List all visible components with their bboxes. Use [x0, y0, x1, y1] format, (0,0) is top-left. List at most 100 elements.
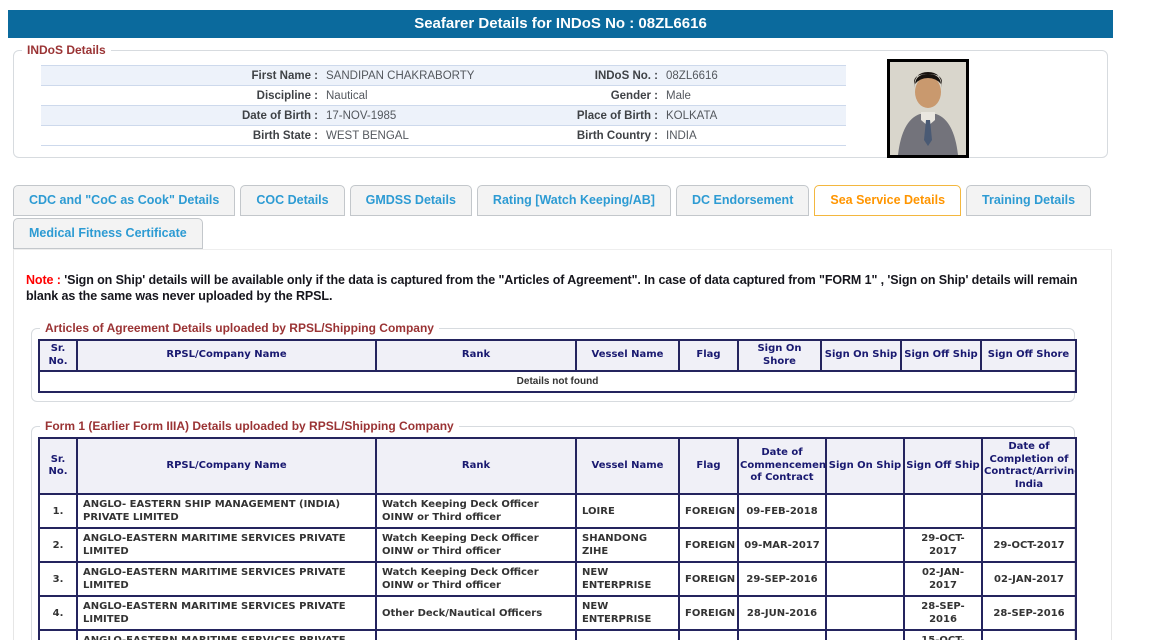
cell-sr-no: 5.: [39, 630, 77, 640]
articles-of-agreement-section: Articles of Agreement Details uploaded b…: [31, 328, 1075, 402]
cell-company: ANGLO- EASTERN SHIP MANAGEMENT (INDIA) P…: [77, 494, 376, 528]
cell-vessel-name: SAM TIGER: [576, 630, 679, 640]
col-vessel-name: Vessel Name: [576, 438, 679, 494]
col-sign-off-shore: Sign Off Shore: [981, 340, 1076, 371]
col-sign-on-ship: Sign On Ship: [826, 438, 904, 494]
sea-service-details-panel: Note : 'Sign on Ship' details will be av…: [13, 249, 1112, 640]
col-commencement: Date of Commencement of Contract: [738, 438, 826, 494]
col-sign-on-ship: Sign On Ship: [821, 340, 901, 371]
cell-flag: FOREIGN: [679, 630, 738, 640]
cell-company: ANGLO-EASTERN MARITIME SERVICES PRIVATE …: [77, 630, 376, 640]
cell-company: ANGLO-EASTERN MARITIME SERVICES PRIVATE …: [77, 562, 376, 596]
tab-dc-endorsement[interactable]: DC Endorsement: [676, 185, 809, 216]
place-of-birth-label: Place of Birth :: [551, 110, 666, 122]
cell-vessel-name: NEW ENTERPRISE: [576, 562, 679, 596]
col-sign-off-ship: Sign Off Ship: [904, 438, 982, 494]
col-completion: Date of Completion of Contract/Arriving …: [982, 438, 1076, 494]
cell-sign-off-ship: 29-OCT-2017: [904, 528, 982, 562]
cell-commencement: 09-MAR-2017: [738, 528, 826, 562]
cell-company: ANGLO-EASTERN MARITIME SERVICES PRIVATE …: [77, 596, 376, 630]
cell-sign-off-ship: [904, 494, 982, 528]
col-vessel-name: Vessel Name: [576, 340, 679, 371]
note-label: Note :: [26, 273, 61, 287]
table-row: 1. ANGLO- EASTERN SHIP MANAGEMENT (INDIA…: [39, 494, 1076, 528]
cell-flag: FOREIGN: [679, 562, 738, 596]
col-sr-no: Sr. No.: [39, 438, 77, 494]
form1-header-row: Sr. No. RPSL/Company Name Rank Vessel Na…: [39, 438, 1076, 494]
cell-sr-no: 1.: [39, 494, 77, 528]
indos-details-legend: INDoS Details: [22, 43, 111, 57]
cell-rank: Cadet(Nautical Science): [376, 630, 576, 640]
col-sr-no: Sr. No.: [39, 340, 77, 371]
cell-sign-on-ship: [826, 562, 904, 596]
note-body: 'Sign on Ship' details will be available…: [26, 273, 1077, 303]
date-of-birth-label: Date of Birth :: [41, 110, 326, 122]
tab-coc-details[interactable]: COC Details: [240, 185, 344, 216]
tab-medical-fitness-certificate[interactable]: Medical Fitness Certificate: [13, 218, 203, 249]
indos-row: Date of Birth : 17-NOV-1985 Place of Bir…: [41, 106, 846, 126]
date-of-birth-value: 17-NOV-1985: [326, 110, 551, 122]
birth-country-value: INDIA: [666, 130, 846, 142]
cell-completion: 28-SEP-2016: [982, 596, 1076, 630]
first-name-label: First Name :: [41, 70, 326, 82]
birth-state-label: Birth State :: [41, 130, 326, 142]
col-rank: Rank: [376, 340, 576, 371]
seafarer-photo: [887, 59, 969, 158]
indos-row: Discipline : Nautical Gender : Male: [41, 86, 846, 106]
cell-flag: FOREIGN: [679, 596, 738, 630]
birth-country-label: Birth Country :: [551, 130, 666, 142]
discipline-label: Discipline :: [41, 90, 326, 102]
indos-no-label: INDoS No. :: [551, 70, 666, 82]
gender-value: Male: [666, 90, 846, 102]
form1-section: Form 1 (Earlier Form IIIA) Details uploa…: [31, 426, 1075, 640]
cell-vessel-name: SHANDONG ZIHE: [576, 528, 679, 562]
articles-legend: Articles of Agreement Details uploaded b…: [40, 321, 439, 335]
table-row: 3. ANGLO-EASTERN MARITIME SERVICES PRIVA…: [39, 562, 1076, 596]
empty-row: Details not found: [39, 371, 1076, 392]
col-flag: Flag: [679, 438, 738, 494]
cell-sr-no: 4.: [39, 596, 77, 630]
articles-table: Sr. No. RPSL/Company Name Rank Vessel Na…: [38, 339, 1077, 393]
details-not-found-message: Details not found: [39, 371, 1076, 392]
indos-details-section: INDoS Details First Name : SANDIPAN CHAK…: [13, 50, 1108, 158]
cell-sign-off-ship: 28-SEP-2016: [904, 596, 982, 630]
col-sign-off-ship: Sign Off Ship: [901, 340, 981, 371]
col-sign-on-shore: Sign On Shore: [738, 340, 821, 371]
tab-sea-service-details[interactable]: Sea Service Details: [814, 185, 961, 216]
form1-table: Sr. No. RPSL/Company Name Rank Vessel Na…: [38, 437, 1077, 640]
cell-completion: 02-JAN-2017: [982, 562, 1076, 596]
form1-legend: Form 1 (Earlier Form IIIA) Details uploa…: [40, 419, 459, 433]
cell-commencement: 28-JUN-2016: [738, 596, 826, 630]
tab-cdc-coc-as-cook-details[interactable]: CDC and "CoC as Cook" Details: [13, 185, 235, 216]
indos-row: Birth State : WEST BENGAL Birth Country …: [41, 126, 846, 146]
cell-sign-on-ship: [826, 494, 904, 528]
tab-row-1: CDC and "CoC as Cook" Details COC Detail…: [13, 185, 1112, 216]
cell-company: ANGLO-EASTERN MARITIME SERVICES PRIVATE …: [77, 528, 376, 562]
indos-row: First Name : SANDIPAN CHAKRABORTY INDoS …: [41, 66, 846, 86]
cell-rank: Other Deck/Nautical Officers: [376, 596, 576, 630]
tab-strip: CDC and "CoC as Cook" Details COC Detail…: [13, 185, 1112, 640]
tab-gmdss-details[interactable]: GMDSS Details: [350, 185, 472, 216]
col-flag: Flag: [679, 340, 738, 371]
cell-rank: Watch Keeping Deck Officer OINW or Third…: [376, 494, 576, 528]
cell-sign-on-ship: [826, 596, 904, 630]
cell-commencement: 29-SEP-2016: [738, 562, 826, 596]
place-of-birth-value: KOLKATA: [666, 110, 846, 122]
cell-sign-on-ship: [826, 528, 904, 562]
tab-training-details[interactable]: Training Details: [966, 185, 1091, 216]
tab-rating-watch-keeping-ab[interactable]: Rating [Watch Keeping/AB]: [477, 185, 671, 216]
cell-sr-no: 3.: [39, 562, 77, 596]
cell-sign-off-ship: 15-OCT-2013: [904, 630, 982, 640]
table-row: 4. ANGLO-EASTERN MARITIME SERVICES PRIVA…: [39, 596, 1076, 630]
cell-vessel-name: LOIRE: [576, 494, 679, 528]
col-rank: Rank: [376, 438, 576, 494]
portrait-graphic: [890, 62, 966, 155]
cell-sr-no: 2.: [39, 528, 77, 562]
indos-details-grid: First Name : SANDIPAN CHAKRABORTY INDoS …: [41, 65, 846, 146]
cell-commencement: 01-APR-2013: [738, 630, 826, 640]
table-row: 5. ANGLO-EASTERN MARITIME SERVICES PRIVA…: [39, 630, 1076, 640]
gender-label: Gender :: [551, 90, 666, 102]
col-company: RPSL/Company Name: [77, 340, 376, 371]
col-company: RPSL/Company Name: [77, 438, 376, 494]
cell-completion: 29-OCT-2017: [982, 528, 1076, 562]
